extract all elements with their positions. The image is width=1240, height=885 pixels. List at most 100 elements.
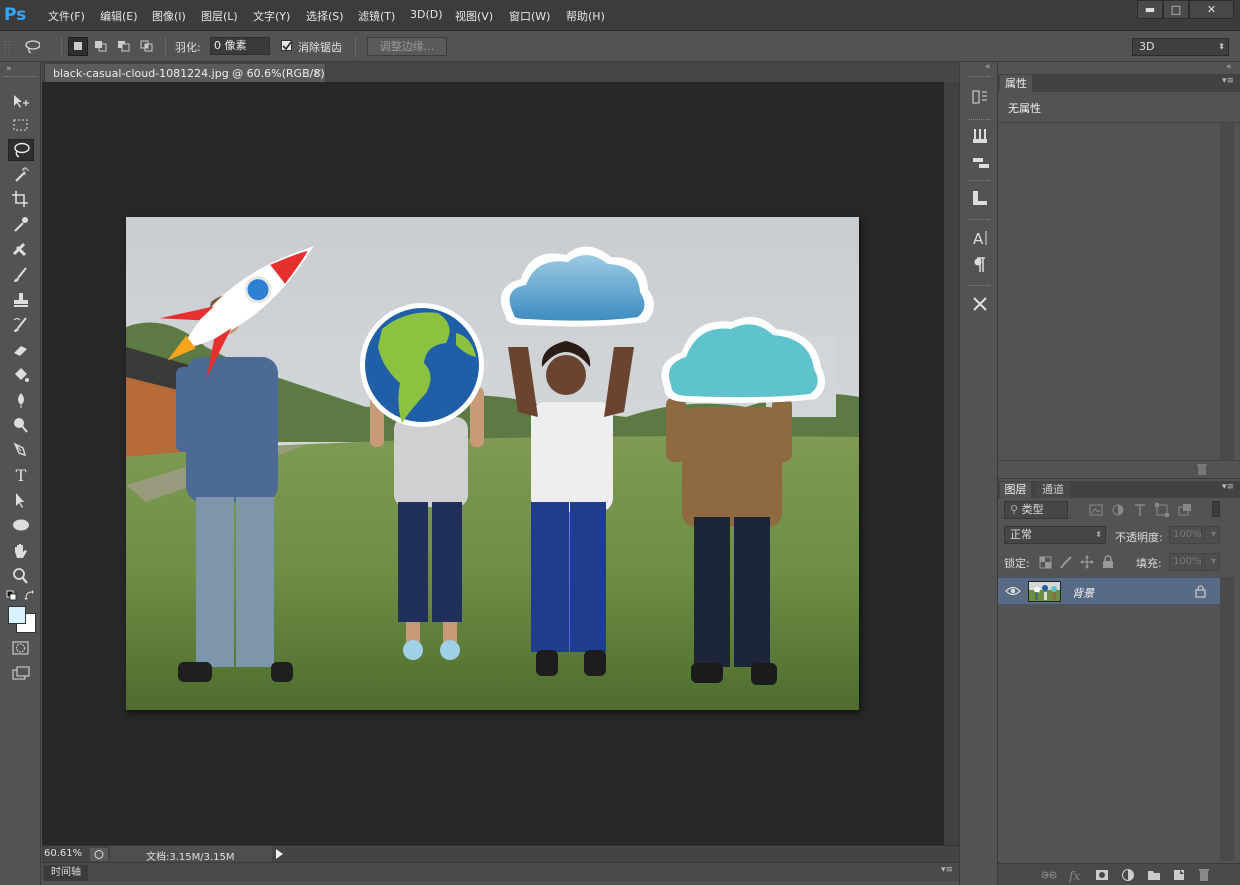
refine-edge-button[interactable]: 调整边缘... [367,37,447,56]
minimize-button[interactable]: ▬ [1137,0,1163,19]
fx-icon[interactable]: fx [1068,867,1084,883]
eyedropper-tool[interactable] [8,213,34,235]
tab-layers[interactable]: 图层 [1000,482,1031,498]
lock-transparent-icon[interactable] [1039,556,1052,569]
canvas-area[interactable] [42,82,944,845]
brush-tool[interactable] [8,264,34,286]
close-tab-icon[interactable]: × [313,66,322,79]
fill-dropdown[interactable]: ▾ [1204,553,1220,571]
menu-select[interactable]: 选择(S) [306,8,344,24]
ellipse-tool[interactable] [8,514,34,536]
tab-channels[interactable]: 通道 [1036,482,1070,498]
zoom-tool[interactable] [8,565,34,587]
crop-tool[interactable] [8,188,34,210]
lasso-tool[interactable] [8,139,34,161]
layer-row[interactable]: 背景 [998,577,1220,605]
adjustment-layer-icon[interactable] [1120,867,1136,883]
rectangular-marquee-tool[interactable] [8,114,34,136]
brush-presets-button[interactable] [969,125,991,147]
menu-view[interactable]: 视图(V) [455,8,493,24]
filter-adjustment-icon[interactable] [1111,503,1125,517]
quick-mask-icon[interactable] [12,640,30,656]
healing-brush-tool[interactable] [8,239,34,261]
delete-layer-icon[interactable] [1196,867,1212,883]
properties-scrollbar[interactable] [1220,123,1234,460]
feather-input[interactable]: 0 像素 [210,37,270,55]
collapse-arrows-icon[interactable]: « [985,62,991,72]
menu-help[interactable]: 帮助(H) [566,8,605,24]
layers-scrollbar[interactable] [1220,577,1234,861]
maximize-button[interactable]: □ [1163,0,1189,19]
link-layers-icon[interactable] [1041,867,1057,883]
lock-image-icon[interactable] [1059,556,1073,569]
opacity-input[interactable]: 100% [1169,526,1203,544]
type-tool[interactable]: T [8,464,34,486]
filter-pixel-icon[interactable] [1089,503,1103,517]
filter-toggle[interactable] [1212,501,1220,517]
history-panel-button[interactable] [969,86,991,108]
panel-menu-icon[interactable]: ▾≡ [1222,482,1234,492]
menu-file[interactable]: 文件(F) [48,8,85,24]
blend-mode-select[interactable]: 正常 ⬍ [1004,526,1106,544]
lasso-preset-icon[interactable] [24,39,40,53]
tools-panel-button[interactable] [969,293,991,315]
magic-wand-tool[interactable] [8,163,34,185]
move-tool[interactable] [8,90,34,112]
close-button[interactable]: ✕ [1189,0,1234,19]
tab-properties[interactable]: 属性 [1000,75,1032,92]
zoom-level[interactable]: 60.61% [44,848,82,859]
filter-smart-object-icon[interactable] [1178,503,1192,517]
subtract-from-selection-icon[interactable] [116,39,132,53]
menu-3d[interactable]: 3D(D) [410,8,443,21]
status-options-icon[interactable] [90,848,108,861]
new-group-icon[interactable] [1146,867,1162,883]
collapse-arrows-icon[interactable]: « [1226,62,1232,72]
clone-source-button[interactable] [969,151,991,173]
swap-colors-icon[interactable] [24,590,36,602]
play-arrow-icon[interactable] [272,847,286,861]
filter-shape-icon[interactable] [1155,503,1169,517]
timeline-tab[interactable]: 时间轴 [44,865,88,881]
blur-tool[interactable] [8,389,34,411]
lock-all-icon[interactable] [1102,555,1114,569]
panel-menu-icon[interactable]: ▾≡ [1222,76,1234,86]
dodge-tool[interactable] [8,414,34,436]
panel-menu-icon[interactable]: ▾≡ [941,865,953,875]
menu-edit[interactable]: 编辑(E) [100,8,138,24]
layer-filter-select[interactable]: ⚲ 类型 [1004,501,1068,519]
fill-input[interactable]: 100% [1169,553,1203,571]
menu-type[interactable]: 文字(Y) [253,8,290,24]
path-selection-tool[interactable] [8,489,34,511]
paint-bucket-tool[interactable] [8,364,34,386]
menu-filter[interactable]: 滤镜(T) [358,8,395,24]
clone-stamp-tool[interactable] [8,289,34,311]
opacity-dropdown[interactable]: ▾ [1204,526,1220,544]
document-tab[interactable]: black-casual-cloud-1081224.jpg @ 60.6%(R… [44,63,326,82]
intersect-selection-icon[interactable] [139,39,155,53]
layer-name[interactable]: 背景 [1072,585,1094,601]
hand-tool[interactable] [8,540,34,562]
new-selection-button[interactable] [68,37,88,56]
tool-presets-button[interactable] [969,187,991,209]
pen-tool[interactable] [8,439,34,461]
lock-position-icon[interactable] [1080,555,1094,569]
menu-layer[interactable]: 图层(L) [201,8,238,24]
antialias-checkbox[interactable] [281,40,292,51]
filter-type-icon[interactable] [1133,503,1147,517]
workspace-select[interactable]: 3D ⬍ [1132,38,1229,56]
foreground-color-swatch[interactable] [8,606,26,624]
trash-icon[interactable] [1196,463,1208,476]
add-mask-icon[interactable] [1094,867,1110,883]
canvas-vertical-scrollbar[interactable] [944,82,959,845]
menu-image[interactable]: 图像(I) [152,8,186,24]
paragraph-panel-button[interactable] [969,254,991,276]
character-panel-button[interactable]: A [969,227,991,249]
document-image[interactable] [126,217,859,710]
eye-icon[interactable] [1005,585,1021,597]
default-colors-icon[interactable] [6,590,18,602]
new-layer-icon[interactable] [1171,867,1187,883]
eraser-tool[interactable] [8,339,34,361]
collapse-arrows-icon[interactable]: » [6,64,12,74]
screen-mode-icon[interactable] [12,665,32,681]
add-to-selection-icon[interactable] [93,39,109,53]
